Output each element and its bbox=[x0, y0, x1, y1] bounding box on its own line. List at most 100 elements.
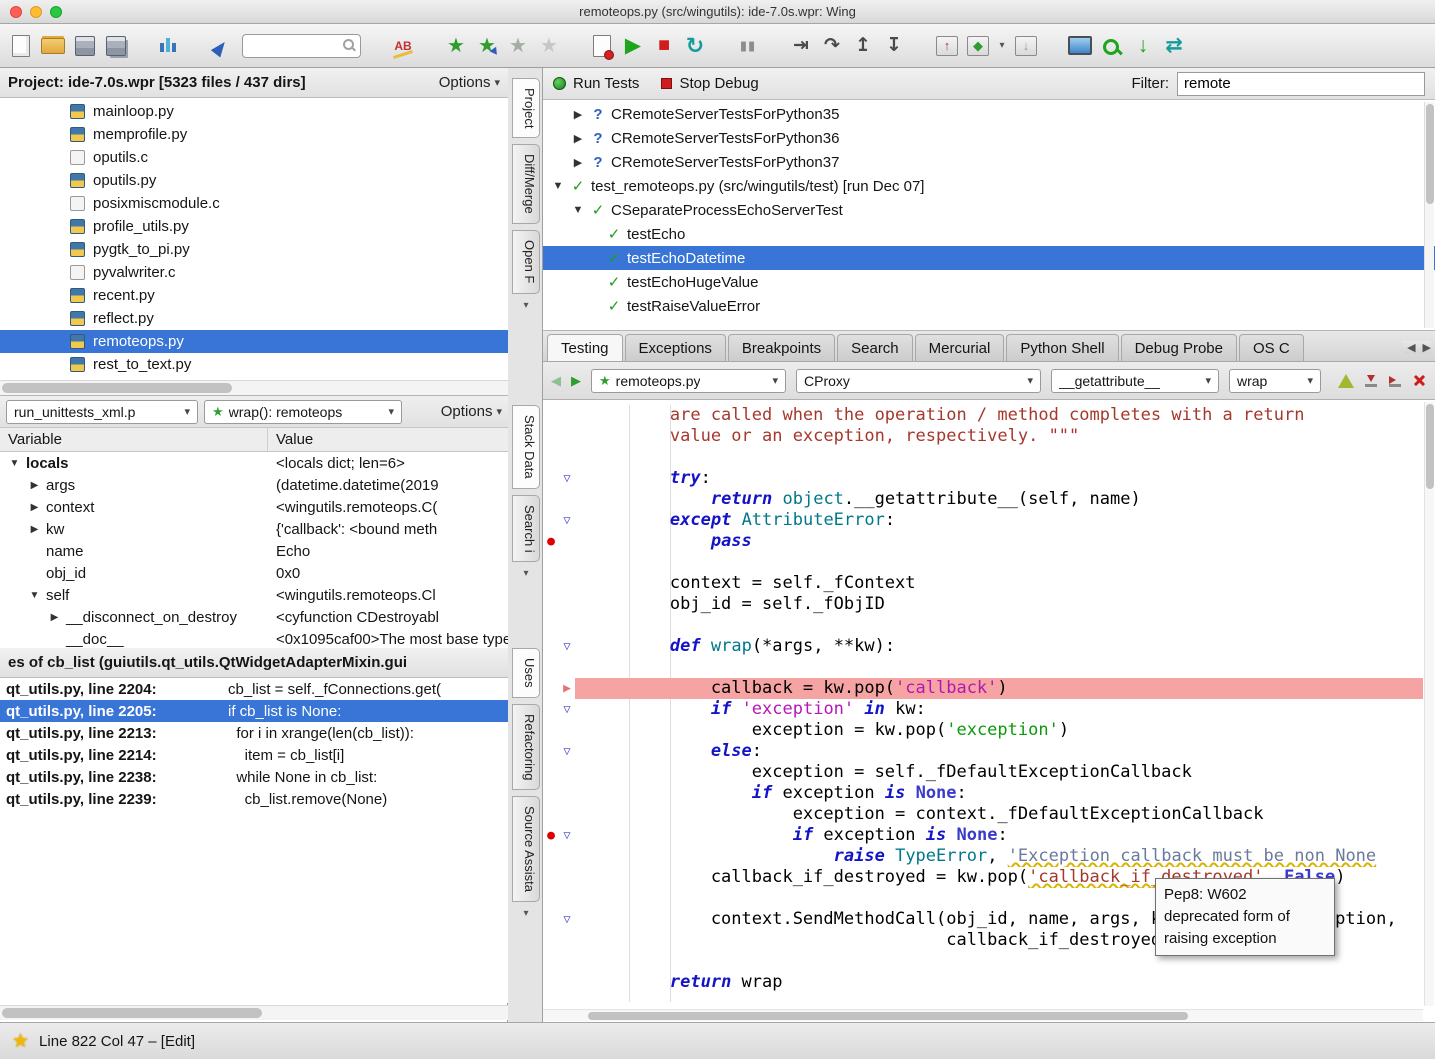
code-line[interactable]: ▽ try: bbox=[543, 468, 1423, 489]
bookmark-new-icon[interactable]: ★ bbox=[538, 31, 560, 61]
fold-gutter[interactable] bbox=[559, 615, 575, 636]
code-line[interactable] bbox=[543, 615, 1423, 636]
frame-current-icon[interactable]: ◆ bbox=[967, 36, 989, 56]
pause-icon[interactable]: ▮▮ bbox=[737, 31, 759, 61]
test-item-row[interactable]: ✓testRaiseValueError bbox=[543, 294, 1435, 318]
fold-gutter[interactable] bbox=[559, 783, 575, 804]
code-line[interactable]: return wrap bbox=[543, 972, 1423, 993]
use-result-row[interactable]: qt_utils.py, line 2204:cb_list = self._f… bbox=[0, 678, 508, 700]
fold-gutter[interactable] bbox=[559, 888, 575, 909]
open-project-icon[interactable] bbox=[41, 31, 65, 61]
test-item-row[interactable]: ▶?CRemoteServerTestsForPython35 bbox=[543, 102, 1435, 126]
breakpoint-gutter[interactable] bbox=[543, 636, 559, 657]
close-window-button[interactable] bbox=[10, 6, 22, 18]
fold-gutter[interactable] bbox=[559, 846, 575, 867]
history-forward-icon[interactable]: ▶ bbox=[571, 373, 581, 389]
breakpoint-gutter[interactable] bbox=[543, 615, 559, 636]
fold-gutter[interactable] bbox=[559, 447, 575, 468]
stack-variable-row[interactable]: nameEcho bbox=[0, 540, 508, 562]
breakpoint-gutter[interactable] bbox=[543, 489, 559, 510]
fold-icon[interactable]: ▽ bbox=[559, 825, 575, 846]
stack-variable-row[interactable]: obj_id0x0 bbox=[0, 562, 508, 584]
breakpoint-gutter[interactable] bbox=[543, 510, 559, 531]
code-line[interactable] bbox=[543, 552, 1423, 573]
code-line[interactable]: value or an exception, respectively. """ bbox=[543, 426, 1423, 447]
open-file-dropdown[interactable]: ★ remoteops.py bbox=[591, 369, 786, 393]
stack-variable-row[interactable]: __doc__<0x1095caf00>The most base type bbox=[0, 628, 508, 648]
use-result-row[interactable]: qt_utils.py, line 2213: for i in xrange(… bbox=[0, 722, 508, 744]
breakpoint-gutter[interactable] bbox=[543, 720, 559, 741]
vertical-tab-diff-merge[interactable]: Diff/Merge bbox=[512, 144, 540, 224]
breakpoint-gutter[interactable] bbox=[543, 762, 559, 783]
scrollbar-thumb[interactable] bbox=[1426, 404, 1434, 489]
expander-icon[interactable]: ▶ bbox=[48, 612, 61, 623]
tree-expander-icon[interactable]: ▶ bbox=[571, 108, 585, 121]
project-horizontal-scrollbar[interactable] bbox=[0, 380, 508, 395]
fold-gutter[interactable] bbox=[559, 930, 575, 951]
code-line[interactable]: ▽ except AttributeError: bbox=[543, 510, 1423, 531]
frame-down-icon[interactable]: ↓ bbox=[1015, 36, 1037, 56]
fold-gutter[interactable] bbox=[559, 489, 575, 510]
scroll-down-icon[interactable]: ▾ bbox=[523, 908, 528, 919]
vertical-tab-uses[interactable]: Uses bbox=[512, 648, 540, 698]
breakpoint-gutter[interactable] bbox=[543, 468, 559, 489]
use-result-row[interactable]: qt_utils.py, line 2205:if cb_list is Non… bbox=[0, 700, 508, 722]
tree-expander-icon[interactable]: ▼ bbox=[571, 204, 585, 216]
expander-icon[interactable]: ▶ bbox=[28, 502, 41, 513]
code-line[interactable]: ▽ def wrap(*args, **kw): bbox=[543, 636, 1423, 657]
code-line[interactable]: ●▽ if exception is None: bbox=[543, 825, 1423, 846]
profiler-icon[interactable] bbox=[158, 35, 180, 57]
value-column-header[interactable]: Value bbox=[268, 431, 508, 448]
project-file-row[interactable]: oputils.c bbox=[0, 146, 508, 169]
history-back-icon[interactable]: ◀ bbox=[551, 373, 561, 389]
fold-icon[interactable]: ▽ bbox=[559, 699, 575, 720]
project-file-row[interactable]: profile_utils.py bbox=[0, 215, 508, 238]
project-file-row[interactable]: mainloop.py bbox=[0, 100, 508, 123]
code-line[interactable]: ▽ else: bbox=[543, 741, 1423, 762]
goto-line-icon[interactable]: ↓ bbox=[1132, 31, 1154, 61]
frame-up-icon[interactable]: ↑ bbox=[936, 36, 958, 56]
goto-first-use-icon[interactable] bbox=[1364, 374, 1378, 388]
warnings-indicator-icon[interactable] bbox=[1338, 374, 1354, 388]
breakpoint-gutter[interactable] bbox=[543, 972, 559, 993]
fold-icon[interactable]: ▽ bbox=[559, 510, 575, 531]
new-file-icon[interactable] bbox=[10, 31, 32, 61]
fold-gutter[interactable] bbox=[559, 531, 575, 552]
fold-gutter[interactable] bbox=[559, 405, 575, 426]
fold-gutter[interactable] bbox=[559, 594, 575, 615]
fold-icon[interactable]: ▽ bbox=[559, 468, 575, 489]
test-item-row[interactable]: ▼✓test_remoteops.py (src/wingutils/test)… bbox=[543, 174, 1435, 198]
project-file-row[interactable]: rest_to_text.py bbox=[0, 353, 508, 376]
vertical-tab-search-i[interactable]: Search i bbox=[512, 495, 540, 563]
stack-options-dropdown[interactable]: Options bbox=[441, 403, 502, 420]
filter-input[interactable] bbox=[1177, 72, 1425, 96]
fold-gutter[interactable] bbox=[559, 552, 575, 573]
method-dropdown[interactable]: __getattribute__ bbox=[1051, 369, 1219, 393]
code-line[interactable]: exception = kw.pop('exception') bbox=[543, 720, 1423, 741]
breakpoint-gutter[interactable] bbox=[543, 426, 559, 447]
refresh-icon[interactable]: ⇄ bbox=[1163, 31, 1185, 61]
save-all-icon[interactable] bbox=[105, 31, 127, 61]
code-line[interactable]: if exception is None: bbox=[543, 783, 1423, 804]
uses-horizontal-scrollbar[interactable] bbox=[0, 1005, 508, 1020]
tab-scroll-right-icon[interactable]: ▶ bbox=[1423, 341, 1431, 354]
scrollbar-thumb[interactable] bbox=[2, 1008, 262, 1018]
vertical-tab-project[interactable]: Project bbox=[512, 78, 540, 138]
scrollbar-thumb[interactable] bbox=[2, 383, 232, 393]
zoom-window-button[interactable] bbox=[50, 6, 62, 18]
breakpoint-gutter[interactable] bbox=[543, 888, 559, 909]
expander-icon[interactable]: ▶ bbox=[28, 524, 41, 535]
run-tests-button[interactable]: Run Tests bbox=[553, 75, 639, 92]
stack-variable-row[interactable]: ▶kw{'callback': <bound meth bbox=[0, 518, 508, 540]
bookmark-goto-icon[interactable]: ★ bbox=[476, 31, 498, 61]
tab-search[interactable]: Search bbox=[837, 334, 913, 361]
code-line[interactable]: exception = context._fDefaultExceptionCa… bbox=[543, 804, 1423, 825]
project-file-row[interactable]: oputils.py bbox=[0, 169, 508, 192]
breakpoint-gutter[interactable] bbox=[543, 657, 559, 678]
restart-icon[interactable]: ↻ bbox=[684, 31, 706, 61]
fold-gutter[interactable] bbox=[559, 804, 575, 825]
test-item-row[interactable]: ✓testEchoDatetime bbox=[543, 246, 1435, 270]
variable-column-header[interactable]: Variable bbox=[0, 428, 268, 451]
breakpoint-gutter[interactable] bbox=[543, 405, 559, 426]
test-item-row[interactable]: ▼✓CSeparateProcessEchoServerTest bbox=[543, 198, 1435, 222]
